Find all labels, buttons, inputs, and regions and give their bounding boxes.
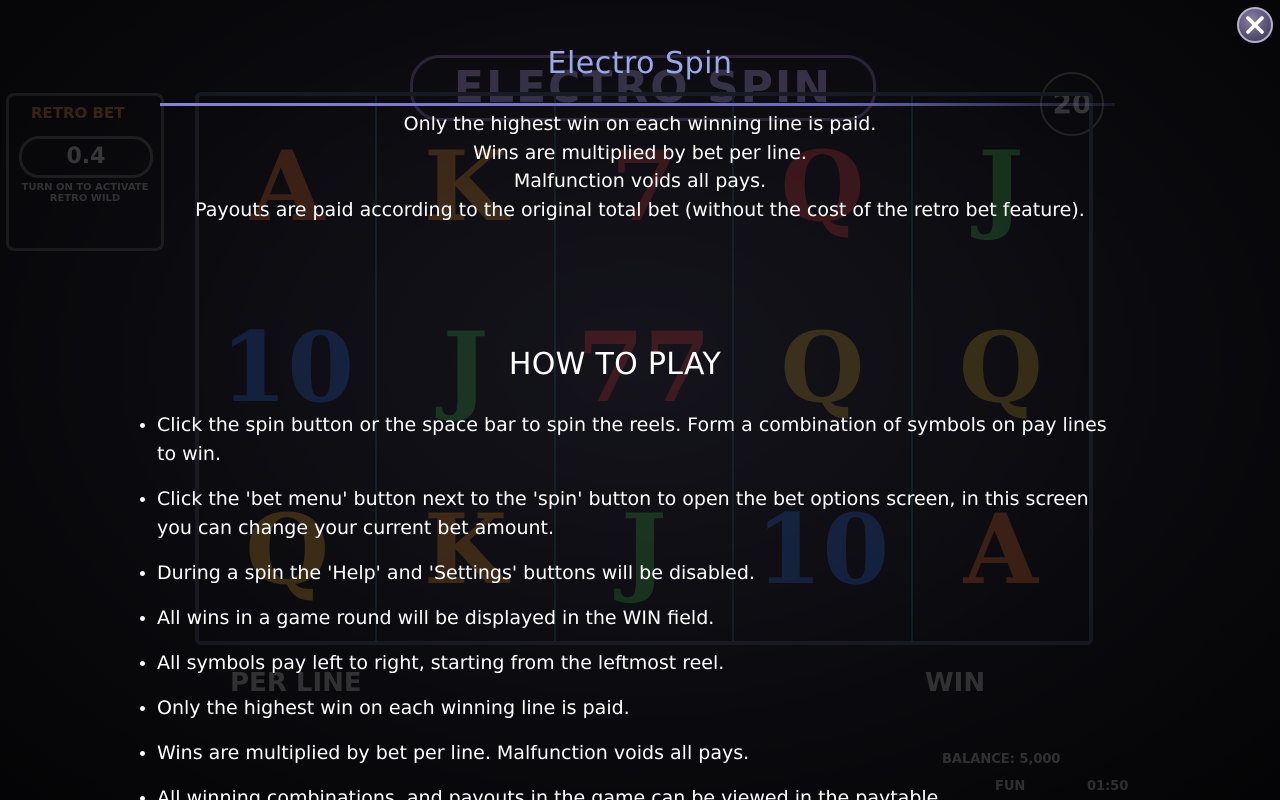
intro-line: Only the highest win on each winning lin… xyxy=(403,113,877,135)
title-divider xyxy=(160,103,1115,106)
list-item: All symbols pay left to right, starting … xyxy=(157,649,1127,678)
retro-bet-value: 0.4 xyxy=(19,136,153,178)
retro-bet-panel: RETRO BET 0.4 TURN ON TO ACTIVATE RETRO … xyxy=(6,93,164,251)
list-item: Wins are multiplied by bet per line. Mal… xyxy=(157,739,1127,768)
retro-bet-title: RETRO BET xyxy=(31,104,125,122)
intro-line: Payouts are paid according to the origin… xyxy=(195,199,1085,222)
list-item: Click the 'bet menu' button next to the … xyxy=(157,485,1127,543)
game-stage: ELECTRO SPIN 20 RETRO BET 0.4 TURN ON TO… xyxy=(0,0,1280,800)
list-item: Click the spin button or the space bar t… xyxy=(157,411,1127,469)
list-item: All winning combinations, and payouts in… xyxy=(157,784,1127,800)
list-item: During a spin the 'Help' and 'Settings' … xyxy=(157,559,1127,588)
list-item: Only the highest win on each winning lin… xyxy=(157,694,1127,723)
close-icon xyxy=(1246,16,1264,34)
retro-bet-hint: TURN ON TO ACTIVATE RETRO WILD xyxy=(21,182,149,204)
intro-line: Malfunction voids all pays. xyxy=(513,170,767,193)
intro-rules: Only the highest win on each winning lin… xyxy=(160,110,1120,225)
how-to-play-heading: HOW TO PLAY xyxy=(508,347,722,382)
how-to-play-list: Click the spin button or the space bar t… xyxy=(136,411,1127,800)
close-help-button[interactable] xyxy=(1237,7,1273,43)
intro-line: Wins are multiplied by bet per line. xyxy=(473,141,807,164)
list-item: All wins in a game round will be display… xyxy=(157,604,1127,633)
help-title: Electro Spin xyxy=(547,46,733,81)
